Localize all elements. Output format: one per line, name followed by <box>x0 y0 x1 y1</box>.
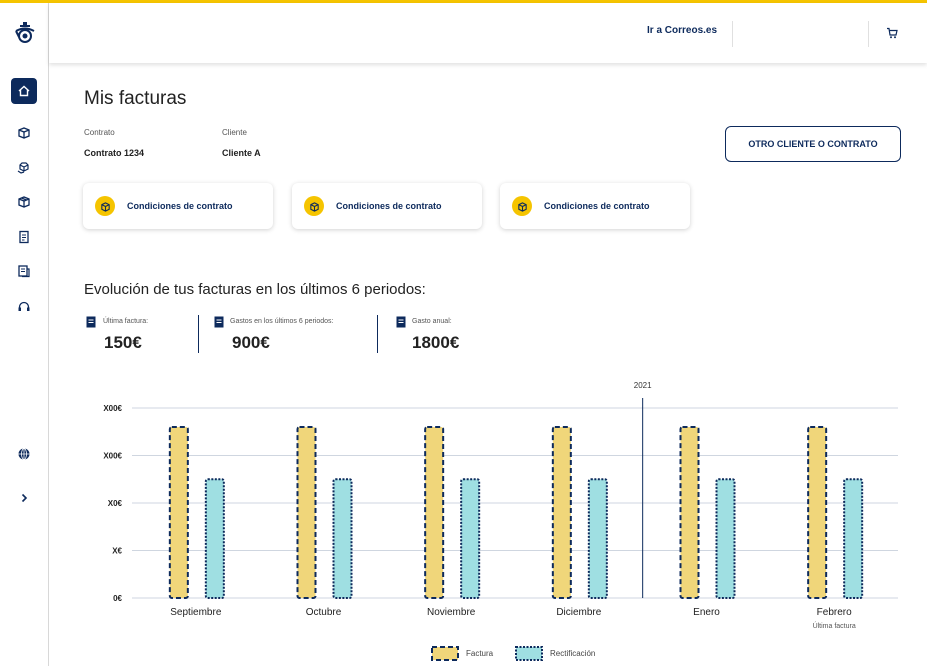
bar-factura <box>168 426 189 599</box>
posthorn-logo-icon[interactable] <box>13 21 37 45</box>
contract-conditions-card[interactable]: Condiciones de contrato <box>500 183 690 229</box>
stat-label: Última factura: <box>103 318 149 325</box>
client-label: Cliente <box>222 128 247 137</box>
bar-rectificacion <box>715 478 736 599</box>
bar-rectificacion <box>587 478 608 599</box>
documents-icon <box>18 265 30 278</box>
x-tick-label: Septiembre <box>170 607 222 618</box>
chevron-right-icon <box>21 493 28 503</box>
contract-label: Contrato <box>84 128 115 137</box>
contract-icon-wrapper <box>512 196 532 216</box>
bar-factura <box>296 426 317 599</box>
y-tick-label: X€ <box>112 547 122 556</box>
bar-rectificacion <box>332 478 353 599</box>
sidebar-item-documents[interactable] <box>11 258 37 284</box>
topbar-divider <box>732 21 733 47</box>
sidebar-item-invoice[interactable] <box>11 224 37 250</box>
topbar-divider <box>868 21 869 47</box>
sidebar-item-packages[interactable] <box>11 155 37 181</box>
legend-label: Factura <box>466 649 494 658</box>
sidebar-item-language[interactable] <box>11 441 37 467</box>
invoice-icon <box>396 316 406 328</box>
client-value: Cliente A <box>222 148 261 158</box>
legend-swatch-factura <box>431 646 459 661</box>
invoice-icon <box>19 230 29 244</box>
sidebar-item-home[interactable] <box>11 78 37 104</box>
bar-rectificacion <box>460 478 481 599</box>
x-tick-label: Febrero <box>817 607 852 618</box>
correos-link[interactable]: Ir a Correos.es <box>647 25 717 36</box>
y-tick-label: X00€ <box>103 404 122 413</box>
sidebar <box>0 3 49 666</box>
card-label: Condiciones de contrato <box>544 201 650 211</box>
bar-factura <box>679 426 700 599</box>
x-tick-label: Enero <box>693 607 720 618</box>
contract-icon-wrapper <box>95 196 115 216</box>
sidebar-item-parcel[interactable] <box>11 189 37 215</box>
packages-icon <box>17 162 29 174</box>
x-tick-label: Noviembre <box>427 607 476 618</box>
page-title: Mis facturas <box>84 88 187 109</box>
legend-label: Rectificación <box>550 649 595 658</box>
stat-value: 150€ <box>104 333 142 352</box>
package-icon <box>18 127 30 139</box>
globe-icon <box>18 448 30 460</box>
y-tick-label: X00€ <box>103 452 122 461</box>
top-bar: Ir a Correos.es <box>49 3 927 63</box>
stat-label: Gasto anual: <box>412 318 452 325</box>
invoice-icon <box>86 316 96 328</box>
bar-rectificacion <box>843 478 864 599</box>
contract-conditions-card[interactable]: Condiciones de contrato <box>83 183 273 229</box>
bar-factura <box>424 426 445 599</box>
evolution-title: Evolución de tus facturas en los últimos… <box>84 281 426 298</box>
legend-swatch-rectificacion <box>515 646 543 661</box>
invoice-evolution-chart: 0€ X€ X0€ X00€ X00€ 2021 Septiembre Octubre Novi… <box>103 381 898 661</box>
package-icon <box>309 201 319 212</box>
contract-value: Contrato 1234 <box>84 148 145 158</box>
bar-factura <box>807 426 828 599</box>
contract-conditions-card[interactable]: Condiciones de contrato <box>292 183 482 229</box>
package-icon <box>517 201 527 212</box>
stat-value: 1800€ <box>412 333 460 352</box>
card-label: Condiciones de contrato <box>336 201 442 211</box>
sidebar-item-support[interactable] <box>11 294 37 320</box>
y-tick-label: X0€ <box>108 499 123 508</box>
bar-factura <box>551 426 572 599</box>
x-tick-label: Diciembre <box>556 607 601 618</box>
cart-icon[interactable] <box>886 27 898 39</box>
stat-value: 900€ <box>232 333 270 352</box>
package-icon <box>100 201 110 212</box>
card-label: Condiciones de contrato <box>127 201 233 211</box>
sidebar-expand-button[interactable] <box>11 485 37 511</box>
home-icon <box>18 85 30 97</box>
other-client-button[interactable]: OTRO CLIENTE O CONTRATO <box>725 126 901 162</box>
x-tick-sublabel: Última factura <box>813 621 856 630</box>
contract-icon-wrapper <box>304 196 324 216</box>
parcel-icon <box>18 196 30 208</box>
stat-divider <box>377 315 378 353</box>
bar-rectificacion <box>204 478 225 599</box>
y-tick-label: 0€ <box>113 594 122 603</box>
support-icon <box>18 301 30 311</box>
stat-divider <box>198 315 199 353</box>
year-label: 2021 <box>634 381 652 390</box>
sidebar-item-package[interactable] <box>11 120 37 146</box>
invoice-icon <box>214 316 224 328</box>
stat-label: Gastos en los últimos 6 periodos: <box>230 318 334 325</box>
x-tick-label: Octubre <box>306 607 342 618</box>
